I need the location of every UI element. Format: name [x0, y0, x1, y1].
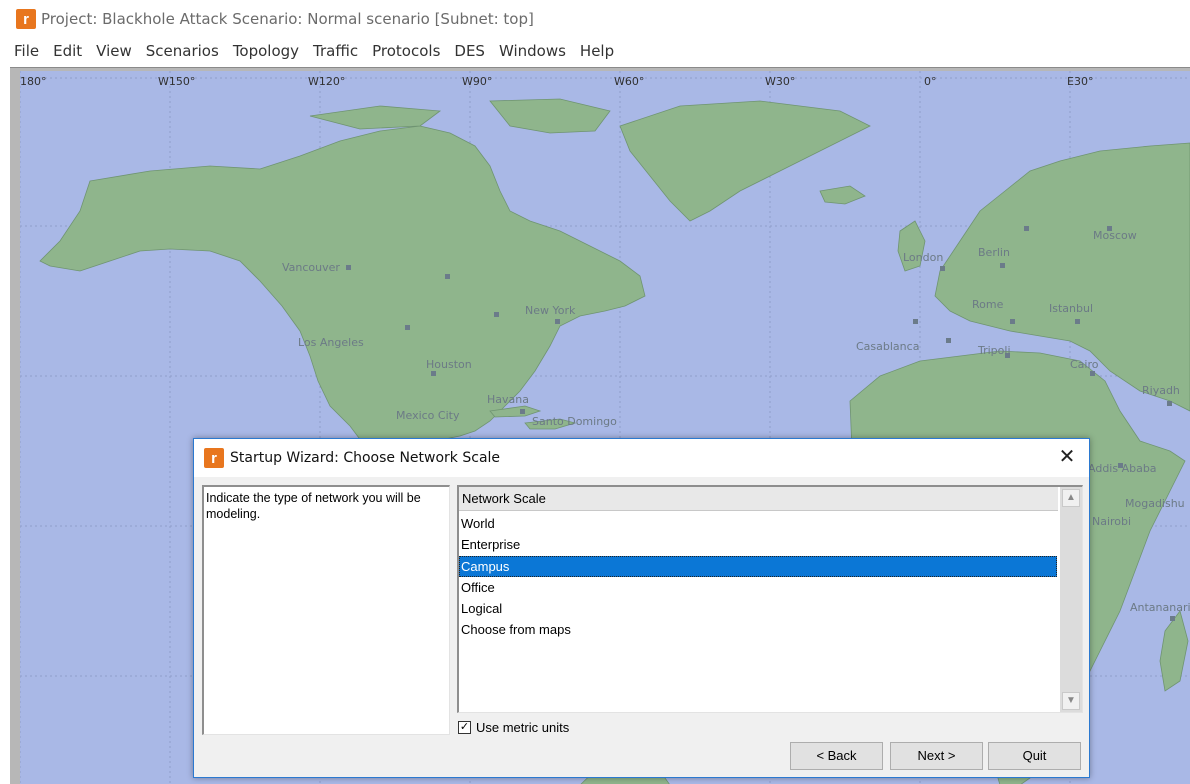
city-label: Los Angeles [298, 336, 364, 349]
list-item-logical[interactable]: Logical [459, 598, 1057, 619]
menu-edit[interactable]: Edit [46, 38, 89, 64]
city-label: Berlin [978, 246, 1010, 259]
scroll-up-icon[interactable]: ▲ [1062, 489, 1080, 507]
description-box: Indicate the type of network you will be… [202, 485, 450, 735]
longitude-label: 0° [924, 75, 937, 88]
city-label: Mogadishu [1125, 497, 1185, 510]
back-button[interactable]: < Back [790, 742, 883, 770]
menu-topology[interactable]: Topology [226, 38, 306, 64]
app-logo-icon: r [204, 448, 224, 468]
menu-view[interactable]: View [89, 38, 139, 64]
longitude-label: W120° [308, 75, 346, 88]
city-label: Rome [972, 298, 1004, 311]
menu-file[interactable]: File [7, 38, 46, 64]
city-label: Santo Domingo [532, 415, 617, 428]
longitude-label: W150° [158, 75, 196, 88]
list-item-world[interactable]: World [459, 513, 1057, 534]
city-label: Casablanca [856, 340, 920, 353]
network-scale-list[interactable]: Network Scale World Enterprise Campus Of… [457, 485, 1083, 713]
metric-units-label[interactable]: Use metric units [476, 720, 569, 735]
longitude-label: W30° [765, 75, 796, 88]
city-label: London [903, 251, 944, 264]
longitude-label: W60° [614, 75, 645, 88]
scroll-down-icon[interactable]: ▼ [1062, 692, 1080, 710]
list-header: Network Scale [459, 487, 1058, 511]
startup-wizard-dialog: r Startup Wizard: Choose Network Scale ✕… [193, 438, 1090, 778]
app-logo-icon: r [16, 9, 36, 29]
city-label: Havana [487, 393, 529, 406]
close-icon[interactable]: ✕ [1057, 447, 1077, 467]
city-label: New York [525, 304, 576, 317]
city-label: Cairo [1070, 358, 1099, 371]
application-window: r Project: Blackhole Attack Scenario: No… [0, 0, 1190, 784]
city-label: Riyadh [1142, 384, 1180, 397]
city-label: Nairobi [1092, 515, 1132, 528]
city-label: Tripoli [978, 344, 1011, 357]
longitude-label: E30° [1067, 75, 1094, 88]
title-bar: r Project: Blackhole Attack Scenario: No… [0, 0, 1190, 38]
list-scrollbar[interactable]: ▲ ▼ [1060, 487, 1082, 712]
city-label: Addis Ababa [1088, 462, 1157, 475]
menu-traffic[interactable]: Traffic [306, 38, 365, 64]
list-items: World Enterprise Campus Office Logical C… [459, 513, 1059, 641]
longitude-label: 180° [20, 75, 47, 88]
description-text: Indicate the type of network you will be… [206, 491, 421, 521]
city-label: Antananarivo [1130, 601, 1190, 614]
city-label: Istanbul [1049, 302, 1094, 315]
longitude-label: W90° [462, 75, 493, 88]
menu-protocols[interactable]: Protocols [365, 38, 447, 64]
menu-windows[interactable]: Windows [492, 38, 573, 64]
window-title: Project: Blackhole Attack Scenario: Norm… [41, 10, 534, 28]
list-item-campus[interactable]: Campus [459, 555, 1057, 577]
dialog-title: Startup Wizard: Choose Network Scale [230, 450, 501, 466]
city-label: Houston [426, 358, 472, 371]
list-item-enterprise[interactable]: Enterprise [459, 534, 1057, 555]
menu-des[interactable]: DES [447, 38, 492, 64]
menu-bar: File Edit View Scenarios Topology Traffi… [0, 38, 1190, 64]
dialog-title-bar[interactable]: r Startup Wizard: Choose Network Scale ✕ [194, 439, 1089, 477]
list-item-choose-from-maps[interactable]: Choose from maps [459, 619, 1057, 640]
city-label: Moscow [1093, 229, 1137, 242]
menu-scenarios[interactable]: Scenarios [139, 38, 226, 64]
metric-units-checkbox[interactable]: ✓ [458, 721, 471, 734]
city-label: Mexico City [396, 409, 460, 422]
list-item-office[interactable]: Office [459, 577, 1057, 598]
metric-units-option[interactable]: ✓ Use metric units [458, 720, 569, 735]
next-button[interactable]: Next > [890, 742, 983, 770]
menu-help[interactable]: Help [573, 38, 621, 64]
quit-button[interactable]: Quit [988, 742, 1081, 770]
city-label: Vancouver [282, 261, 340, 274]
